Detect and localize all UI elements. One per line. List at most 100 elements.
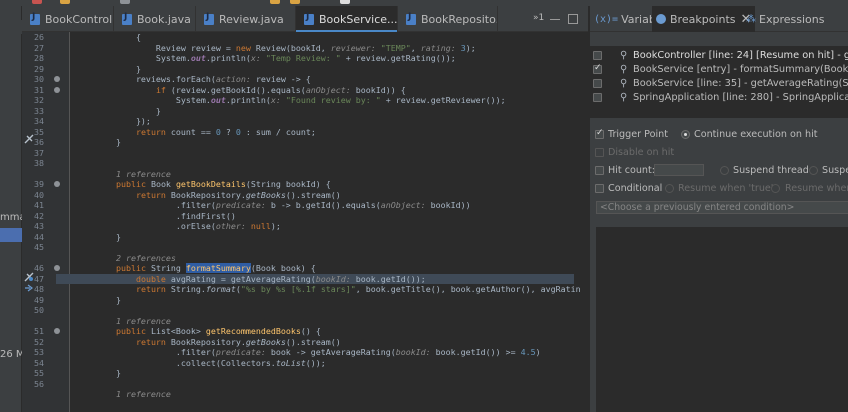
breakpoint-item[interactable]: ⚲ SpringApplication [line: 280] - Spring…: [590, 90, 848, 104]
wrench-icon[interactable]: [120, 0, 130, 4]
breakpoint-checkbox[interactable]: [593, 63, 602, 74]
line-number: 53: [34, 347, 44, 357]
left-panel-tab[interactable]: [0, 20, 22, 34]
breakpoint-icon: ⚲: [620, 49, 628, 61]
suspend-thread-radio[interactable]: [720, 166, 729, 175]
line-number: 44: [34, 231, 44, 242]
variables-icon: (x)=: [594, 13, 619, 25]
breakpoint-item[interactable]: ⚲ BookService [entry] - formatSummary(Bo…: [590, 62, 848, 76]
line-code: if (review.getBookId().equals(anObject: …: [155, 84, 406, 95]
line-code: System.out.println(x: "Found review by: …: [76, 95, 506, 105]
hit-count-checkbox[interactable]: [595, 166, 604, 175]
tab-overflow-button[interactable]: »1: [533, 13, 544, 23]
continue-on-hit-radio[interactable]: [681, 130, 690, 139]
tab-label: BookReposito...: [421, 12, 498, 26]
debug-icon[interactable]: [32, 0, 42, 4]
line-number: 45: [34, 242, 44, 252]
tab-review-java[interactable]: Review.java: [196, 6, 296, 32]
line-number: 26: [34, 32, 44, 42]
disable-on-hit-checkbox[interactable]: [595, 148, 604, 157]
method-breakpoint-icon[interactable]: [24, 272, 34, 282]
code-lens-reference[interactable]: 2 references: [22, 253, 588, 264]
line-code: 1 reference: [76, 315, 171, 326]
step-return-icon[interactable]: [340, 0, 350, 4]
breakpoint-label: SpringApplication [line: 280] - SpringAp…: [633, 91, 848, 103]
fold-marker-icon[interactable]: [54, 265, 60, 271]
breakpoints-icon: [656, 14, 666, 24]
tab-breakpoints[interactable]: Breakpoints ✕: [652, 6, 756, 32]
code-line: 36 }: [22, 137, 588, 148]
resume-true-radio[interactable]: [665, 184, 674, 193]
fold-marker-icon[interactable]: [54, 181, 60, 187]
line-code: return BookRepository.getBooks().stream(…: [135, 336, 341, 347]
line-code: }: [76, 368, 121, 378]
resume-changes-label: Resume when c: [785, 183, 848, 194]
code-lens-reference[interactable]: 1 reference: [22, 169, 588, 180]
code-lens-reference[interactable]: 1 reference: [22, 389, 588, 400]
tab-bookrepository[interactable]: BookReposito...: [398, 6, 498, 32]
line-code: 1 reference: [76, 389, 171, 399]
breakpoint-item[interactable]: ⚲ BookService [line: 35] - getAverageRat…: [590, 76, 848, 90]
tab-book-java[interactable]: Book.java: [114, 6, 196, 32]
debug-side-panel: (x)= Variables Breakpoints ✕ ⁂ Expressio…: [589, 6, 848, 412]
breakpoint-checkbox[interactable]: [593, 92, 602, 102]
code-line: 27 Review review = new Review(bookId, re…: [22, 43, 588, 54]
maximize-icon[interactable]: [568, 14, 578, 24]
fold-marker-icon[interactable]: [54, 76, 60, 82]
line-code: .collect(Collectors.toList());: [76, 357, 326, 368]
fold-marker-icon[interactable]: [54, 86, 60, 93]
breakpoint-checkbox[interactable]: [593, 78, 602, 88]
line-number: 35: [34, 126, 44, 137]
tab-expressions[interactable]: ⁂ Expressions: [746, 6, 824, 32]
line-number: 28: [34, 53, 44, 63]
tab-label: Expressions: [759, 12, 825, 26]
line-number: 47: [34, 273, 44, 284]
code-line: 29 }: [22, 64, 588, 75]
folder-icon[interactable]: [60, 0, 70, 4]
minimize-icon[interactable]: [550, 14, 560, 20]
line-number: 48: [34, 284, 44, 294]
hit-count-row: Hit count: Suspend thread Suspe: [590, 164, 848, 178]
code-line: 45: [22, 242, 588, 253]
line-code: public Book getBookDetails(String bookId…: [115, 179, 331, 189]
tab-label: Book.java: [137, 12, 191, 26]
tab-label: Review.java: [219, 12, 284, 26]
code-lens-reference[interactable]: 1 reference: [22, 316, 588, 327]
condition-history-select[interactable]: <Choose a previously entered condition>: [596, 201, 848, 214]
line-code: public List<Book> getRecommendedBooks() …: [115, 326, 321, 336]
code-line: 52 return BookRepository.getBooks().stre…: [22, 337, 588, 348]
code-editor[interactable]: 26 {27 Review review = new Review(bookId…: [22, 32, 588, 412]
condition-editor[interactable]: [596, 227, 848, 412]
line-number: 42: [34, 210, 44, 221]
breakpoint-checkbox[interactable]: [593, 50, 602, 60]
code-line: 31 if (review.getBookId().equals(anObjec…: [22, 85, 588, 96]
fold-marker-icon[interactable]: [54, 328, 60, 334]
line-code: 1 reference: [76, 168, 171, 179]
trigger-point-checkbox[interactable]: [595, 128, 604, 139]
tab-bookservice[interactable]: BookService.... ✕: [296, 6, 398, 32]
debug-arrow-icon: [25, 284, 33, 292]
code-line: 39 public Book getBookDetails(String boo…: [22, 179, 588, 190]
breakpoint-item[interactable]: ⚲ BookController [line: 24] [Resume on h…: [590, 48, 848, 62]
code-line: 43 .orElse(other: null);: [22, 221, 588, 232]
hit-count-input[interactable]: [654, 164, 704, 176]
line-code: }: [76, 231, 121, 242]
conditional-label: Conditional: [608, 183, 663, 194]
line-number: 34: [34, 116, 44, 126]
resume-changes-radio[interactable]: [771, 184, 780, 193]
conditional-checkbox[interactable]: [595, 184, 604, 193]
line-number: 33: [34, 105, 44, 116]
code-line: 50: [22, 305, 588, 316]
step-into-icon[interactable]: [290, 0, 300, 4]
suspend-vm-radio[interactable]: [809, 166, 818, 175]
line-number: 37: [34, 147, 44, 158]
line-number: 38: [34, 158, 44, 168]
breakpoint-icon[interactable]: [24, 134, 34, 144]
left-panel: mma 26 Ma: [0, 6, 31, 412]
tab-label: BookControll...: [45, 12, 113, 26]
line-code: {: [76, 32, 141, 42]
left-panel-selected-row[interactable]: [0, 228, 22, 242]
step-over-icon[interactable]: [270, 0, 280, 4]
line-code: return BookRepository.getBooks().stream(…: [135, 189, 341, 200]
tab-bookcontroller[interactable]: BookControll...: [22, 6, 114, 32]
